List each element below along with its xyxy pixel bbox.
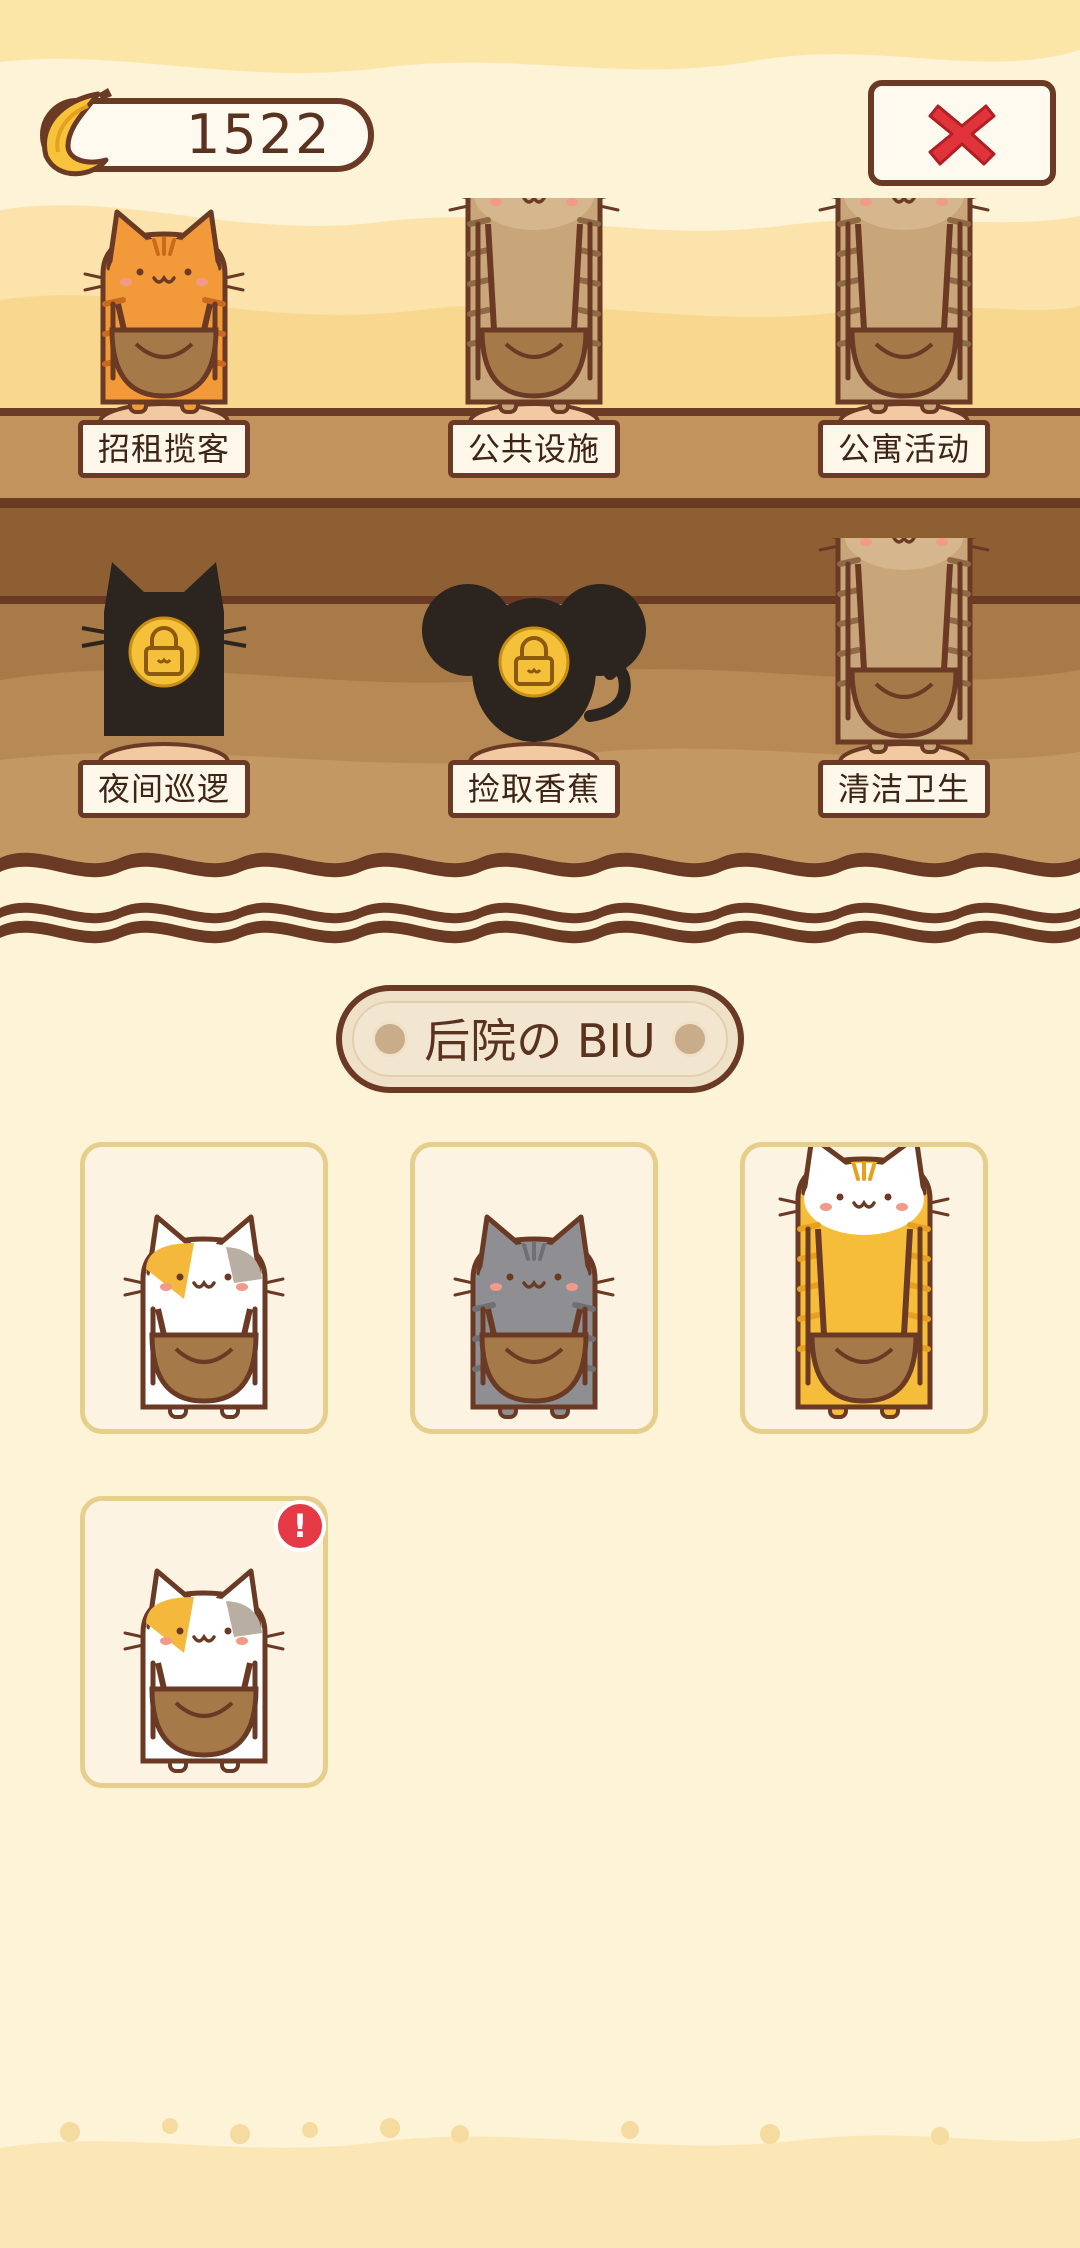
job-slot[interactable]: 公共设施	[418, 198, 650, 500]
job-label: 公寓活动	[818, 420, 990, 478]
section-title-plate: 后院の BIU	[336, 985, 744, 1093]
job-slot[interactable]: 夜间巡逻	[48, 538, 280, 840]
job-label: 清洁卫生	[818, 760, 990, 818]
orange-white-cat	[778, 1147, 950, 1419]
close-button[interactable]	[868, 80, 1056, 186]
job-label: 公共设施	[448, 420, 620, 478]
brown-tabby-cat	[448, 198, 620, 430]
job-label: 夜间巡逻	[78, 760, 250, 818]
locked-silhouette-cat	[81, 562, 247, 770]
job-slot[interactable]: 公寓活动	[788, 198, 1020, 500]
orange-tabby-cat	[83, 209, 245, 430]
banana-count: 1522	[186, 103, 332, 166]
job-slot[interactable]: 清洁卫生	[788, 538, 1020, 840]
section-title: 后院の BIU	[424, 1014, 656, 1068]
gray-cat	[453, 1214, 615, 1419]
job-slot[interactable]: 捡取香蕉	[418, 538, 650, 840]
job-label: 捡取香蕉	[448, 760, 620, 818]
locked-silhouette-mouse	[422, 584, 646, 770]
cat-card[interactable]	[80, 1142, 328, 1434]
calico-cat	[123, 1214, 285, 1419]
cat-card[interactable]	[740, 1142, 988, 1434]
job-label: 招租揽客	[78, 420, 250, 478]
brown-tabby-cat	[818, 198, 990, 430]
close-x-icon	[928, 104, 996, 166]
brown-tabby-cat	[818, 538, 990, 770]
banana-icon	[42, 88, 112, 177]
alert-badge: !	[274, 1500, 326, 1552]
cat-card[interactable]	[410, 1142, 658, 1434]
job-slot[interactable]: 招租揽客	[48, 198, 280, 500]
